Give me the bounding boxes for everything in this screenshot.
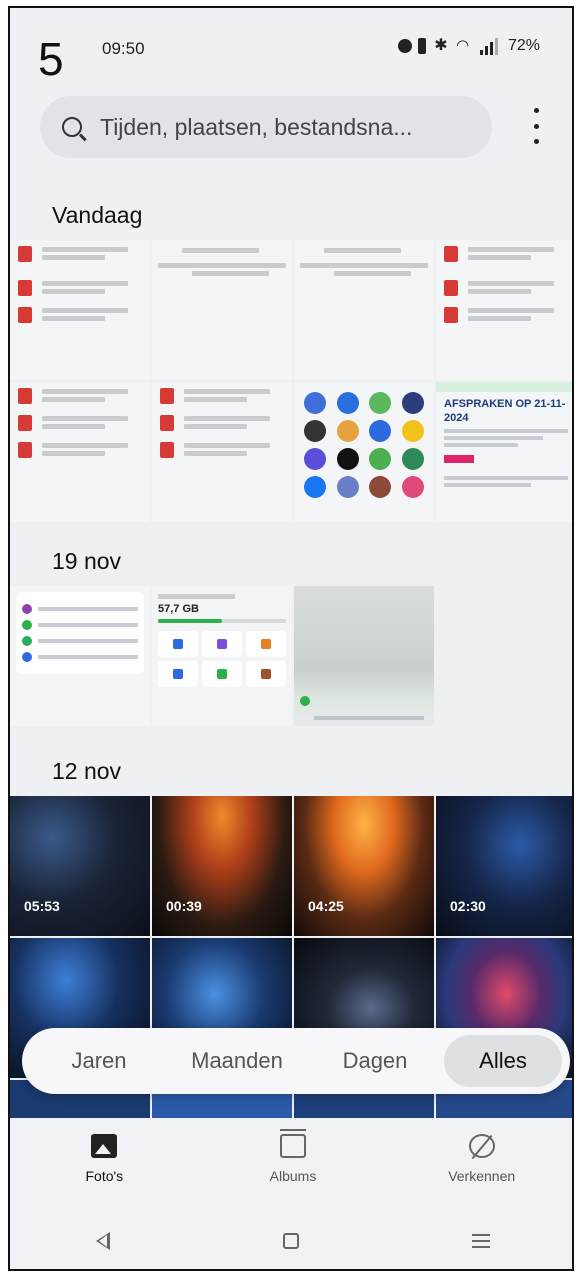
storage-value: 57,7 GB [158,603,199,615]
video-thumbnail[interactable]: 02:30 [436,796,572,936]
photo-thumbnail[interactable] [152,240,292,380]
view-option-days[interactable]: Dagen [306,1035,444,1087]
phone-screen: 5 09:50 ✱ ◠ 72% Tijden, plaatsen, bestan… [8,6,574,1271]
photo-thumbnail[interactable] [152,382,292,522]
albums-icon [280,1129,306,1158]
status-time: 09:50 [102,39,145,58]
empty-cell [436,586,572,726]
photo-thumbnail[interactable]: 57,7 GB [152,586,292,726]
video-duration: 05:53 [24,898,60,914]
nov19-grid: 57,7 GB [10,586,572,726]
bluetooth-icon: ✱ [434,37,448,54]
view-option-months[interactable]: Maanden [168,1035,306,1087]
view-option-years[interactable]: Jaren [30,1035,168,1087]
search-bar[interactable]: Tijden, plaatsen, bestandsna... [40,96,492,158]
section-title-today: Vandaag [52,202,143,228]
photo-thumbnail[interactable] [294,240,434,380]
search-icon [62,117,82,137]
view-option-all[interactable]: Alles [444,1035,562,1087]
nav-albums[interactable]: Albums [199,1118,388,1208]
video-duration: 04:25 [308,898,344,914]
afspraken-heading: AFSPRAKEN OP 21-11-2024 [444,398,566,424]
step-number: 5 [38,33,64,85]
search-placeholder: Tijden, plaatsen, bestandsna... [100,113,413,140]
photo-thumbnail[interactable] [10,240,150,380]
video-duration: 02:30 [450,898,486,914]
wifi-icon: ◠ [455,37,470,54]
nav-explore[interactable]: Verkennen [387,1118,572,1208]
status-icons: ✱ ◠ 72% [397,37,540,55]
nav-photos[interactable]: Foto's [10,1118,199,1208]
back-icon[interactable] [96,1231,111,1250]
photo-thumbnail[interactable] [10,586,150,726]
recent-apps-icon[interactable] [471,1233,490,1248]
nav-photos-label: Foto's [85,1168,124,1184]
more-options-icon[interactable] [528,108,544,144]
system-navigation [10,1208,572,1269]
photo-thumbnail[interactable] [436,240,572,380]
signal-icon [479,37,502,55]
explore-icon [468,1134,495,1158]
section-title-nov12: 12 nov [52,758,122,784]
alarm-icon [397,39,412,53]
photo-thumbnail[interactable]: AFSPRAKEN OP 21-11-2024 [436,382,572,522]
photo-thumbnail[interactable] [10,382,150,522]
photos-icon [91,1134,118,1158]
home-icon[interactable] [282,1232,299,1249]
photo-thumbnail[interactable] [294,586,434,726]
view-selector: Jaren Maanden Dagen Alles [22,1028,570,1094]
today-grid: AFSPRAKEN OP 21-11-2024 [10,240,572,522]
section-title-nov19: 19 nov [52,548,122,574]
video-duration: 00:39 [166,898,202,914]
nav-albums-label: Albums [269,1168,317,1184]
battery-level: 72% [507,37,540,54]
video-thumbnail[interactable]: 04:25 [294,796,434,936]
video-thumbnail[interactable]: 05:53 [10,796,150,936]
photo-thumbnail[interactable] [294,382,434,522]
video-thumbnail[interactable]: 00:39 [152,796,292,936]
nav-explore-label: Verkennen [448,1168,516,1184]
vibrate-icon [417,38,426,54]
bottom-navigation: Foto's Albums Verkennen [10,1118,572,1208]
